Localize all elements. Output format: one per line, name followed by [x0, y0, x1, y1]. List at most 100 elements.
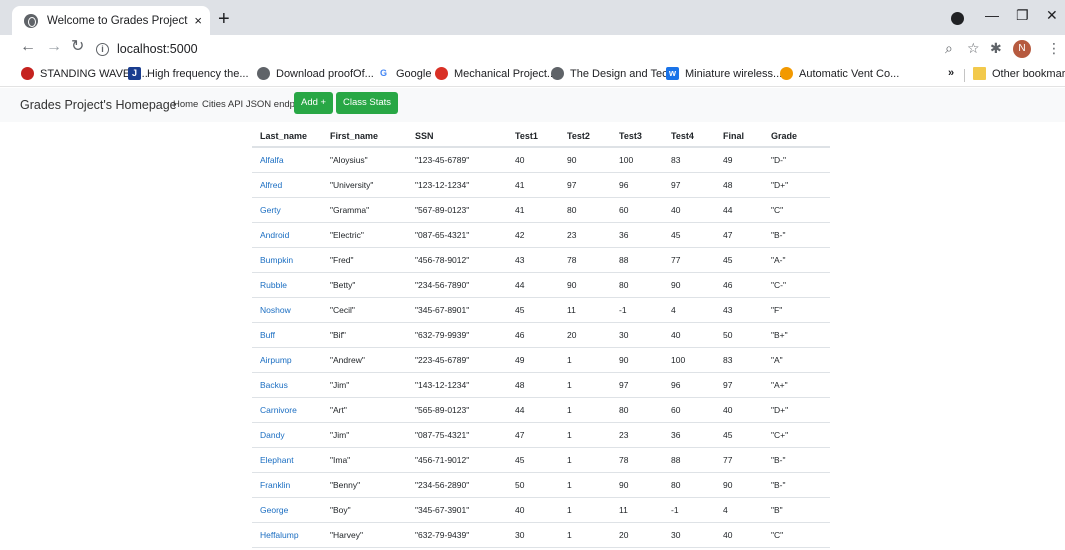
table-cell: 90	[715, 472, 763, 498]
address-bar[interactable]: i localhost:5000	[96, 38, 936, 60]
table-cell: Franklin	[252, 472, 322, 498]
table-cell: "Bif"	[322, 322, 407, 348]
table-cell: 1	[559, 472, 611, 498]
table-row: Airpump "Andrew" "223-45-6789" 49 1 90 100 83 "A…	[252, 347, 830, 373]
table-cell: 77	[715, 447, 763, 473]
table-cell: 100	[611, 147, 663, 173]
extensions-icon[interactable]: ✱	[990, 41, 1002, 55]
table-cell: George	[252, 497, 322, 523]
table-cell: "A+"	[763, 372, 830, 398]
browser-toolbar: ← → ↻ i localhost:5000 ⌕ ☆ ✱ N ⋮	[0, 35, 1065, 63]
student-link[interactable]: Alfalfa	[260, 155, 284, 165]
table-cell: 47	[715, 222, 763, 248]
student-link[interactable]: Airpump	[260, 355, 292, 365]
table-cell: "C-"	[763, 272, 830, 298]
table-cell: 40	[663, 322, 715, 348]
student-link[interactable]: George	[260, 505, 288, 515]
table-cell: 36	[663, 422, 715, 448]
table-cell: "345-67-3901"	[407, 497, 507, 523]
bookmark-item[interactable]: Automatic Vent Co...	[780, 67, 899, 80]
bookmark-favicon-icon	[551, 67, 564, 80]
bookmark-item[interactable]: Download proofOf...	[257, 67, 374, 80]
student-link[interactable]: Backus	[260, 380, 288, 390]
add-button[interactable]: Add +	[294, 92, 334, 114]
student-link[interactable]: Gerty	[260, 205, 281, 215]
table-cell: "Jim"	[322, 422, 407, 448]
table-cell: Airpump	[252, 347, 322, 373]
bookmark-favicon-icon	[21, 67, 34, 80]
bookmark-star-icon[interactable]: ☆	[967, 41, 980, 55]
column-header: Test3	[611, 125, 663, 148]
student-link[interactable]: Heffalump	[260, 530, 299, 540]
bookmark-item[interactable]: G Google	[377, 67, 432, 80]
table-cell: 36	[611, 222, 663, 248]
new-tab-button[interactable]: +	[218, 9, 230, 29]
table-cell: Heffalump	[252, 522, 322, 548]
table-cell: "Betty"	[322, 272, 407, 298]
column-header: Test1	[507, 125, 559, 148]
student-link[interactable]: Bumpkin	[260, 255, 293, 265]
table-cell: 43	[715, 297, 763, 323]
student-link[interactable]: Alfred	[260, 180, 282, 190]
table-row: Elephant "Ima" "456-71-9012" 45 1 78 88 77 "B-"	[252, 447, 830, 473]
table-row: Alfred "University" "123-12-1234" 41 97 96 97 4…	[252, 172, 830, 198]
student-link[interactable]: Dandy	[260, 430, 285, 440]
back-icon[interactable]: ←	[20, 39, 36, 55]
table-cell: Alfred	[252, 172, 322, 198]
table-cell: 100	[663, 347, 715, 373]
avatar[interactable]: N	[1013, 40, 1031, 58]
more-bookmarks-button[interactable]: »	[948, 67, 954, 79]
class-stats-button[interactable]: Class Stats	[336, 92, 399, 114]
table-cell: "Fred"	[322, 247, 407, 273]
table-cell: 40	[507, 147, 559, 173]
bookmark-item[interactable]: The Design and Tec...	[551, 67, 677, 80]
student-link[interactable]: Rubble	[260, 280, 287, 290]
bookmarks-bar: STANDING WAVE T... J High frequency the.…	[0, 63, 1065, 87]
table-cell: 45	[715, 422, 763, 448]
table-cell: 40	[715, 522, 763, 548]
zoom-icon[interactable]: ⌕	[945, 41, 953, 55]
table-cell: Elephant	[252, 447, 322, 473]
column-header: Final	[715, 125, 763, 148]
table-cell: "Cecil"	[322, 297, 407, 323]
student-link[interactable]: Carnivore	[260, 405, 297, 415]
minimize-icon[interactable]: —	[985, 8, 999, 22]
nav-home-link[interactable]: Home	[173, 99, 198, 110]
student-link[interactable]: Android	[260, 230, 289, 240]
other-bookmarks[interactable]: Other bookmarks	[973, 67, 1065, 80]
student-link[interactable]: Buff	[260, 330, 275, 340]
url-text[interactable]: localhost:5000	[117, 42, 198, 56]
close-tab-icon[interactable]: ×	[194, 14, 202, 27]
table-cell: 40	[507, 497, 559, 523]
table-cell: "632-79-9439"	[407, 522, 507, 548]
table-cell: 78	[611, 447, 663, 473]
reload-icon[interactable]: ↻	[71, 39, 84, 55]
bookmark-item[interactable]: Mechanical Project...	[435, 67, 556, 80]
table-cell: "456-71-9012"	[407, 447, 507, 473]
table-cell: 46	[715, 272, 763, 298]
table-cell: "A"	[763, 347, 830, 373]
table-cell: 90	[559, 272, 611, 298]
table-cell: 20	[559, 322, 611, 348]
table-cell: 44	[507, 397, 559, 423]
browser-tab[interactable]: Welcome to Grades Project's site ×	[12, 6, 210, 35]
bookmark-item[interactable]: w Miniature wireless...	[666, 67, 782, 80]
navbar-brand[interactable]: Grades Project's Homepage	[20, 98, 177, 112]
restore-icon[interactable]: ❐	[1016, 8, 1029, 22]
table-cell: 41	[507, 197, 559, 223]
table-row: Franklin "Benny" "234-56-2890" 50 1 90 80 90 "B-…	[252, 472, 830, 498]
table-cell: "A-"	[763, 247, 830, 273]
student-link[interactable]: Franklin	[260, 480, 290, 490]
bookmark-item[interactable]: J High frequency the...	[128, 67, 249, 80]
student-link[interactable]: Noshow	[260, 305, 291, 315]
close-window-icon[interactable]: ✕	[1046, 8, 1058, 22]
table-cell: Buff	[252, 322, 322, 348]
table-cell: "123-45-6789"	[407, 147, 507, 173]
table-cell: Rubble	[252, 272, 322, 298]
menu-icon[interactable]: ⋮	[1047, 41, 1061, 55]
student-link[interactable]: Elephant	[260, 455, 294, 465]
table-cell: 11	[559, 297, 611, 323]
profile-indicator-icon[interactable]	[951, 12, 964, 25]
forward-icon[interactable]: →	[46, 39, 62, 55]
info-icon[interactable]: i	[96, 42, 109, 56]
